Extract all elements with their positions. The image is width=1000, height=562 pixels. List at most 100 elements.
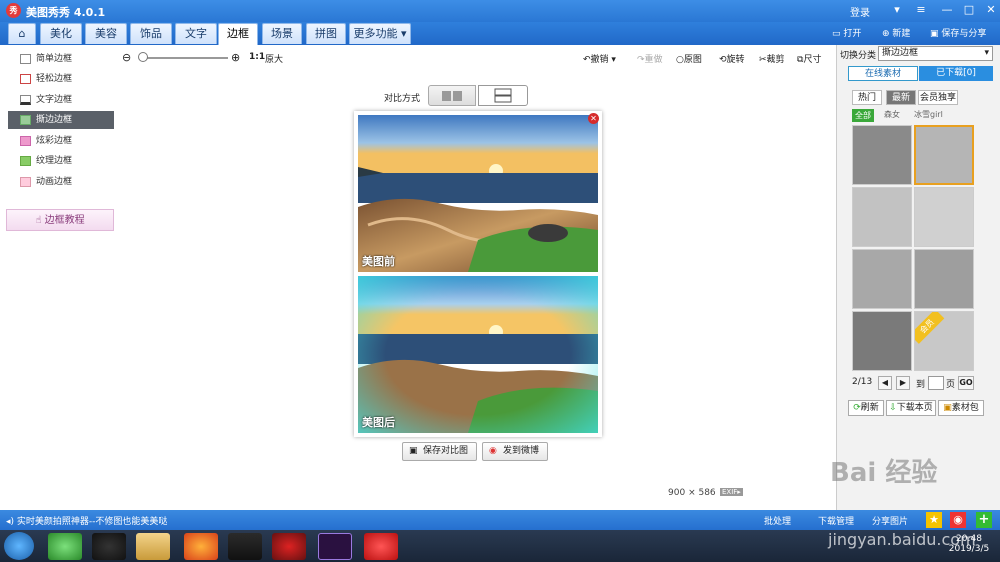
original-button[interactable]: ○原图: [676, 52, 702, 65]
zoom-slider-handle[interactable]: [138, 52, 148, 62]
material-thumb[interactable]: [914, 125, 974, 185]
sidebar-item-texture[interactable]: 纹理边框: [8, 152, 114, 170]
subtab-new[interactable]: 最新: [886, 90, 916, 105]
material-thumb-member[interactable]: 会员: [914, 311, 974, 371]
status-message[interactable]: ◂) 实时美颜拍照神器--不修图也能美美哒: [6, 514, 167, 527]
qq-icon[interactable]: [92, 533, 126, 560]
new-button[interactable]: ⊕ 新建: [882, 26, 910, 39]
share-image-button[interactable]: 分享图片: [872, 514, 908, 527]
original-size-button[interactable]: 原大: [265, 52, 283, 65]
record-icon[interactable]: [272, 533, 306, 560]
filter-ice-girl[interactable]: 冰雪girl: [914, 109, 943, 120]
tab-frame[interactable]: 边框: [218, 23, 258, 45]
save-share-button[interactable]: ▣ 保存与分享: [930, 26, 986, 39]
torn-frame-icon: [20, 115, 31, 125]
filter-all[interactable]: 全部: [852, 109, 874, 122]
download-manager-button[interactable]: 下载管理: [818, 514, 854, 527]
zoom-slider[interactable]: [140, 57, 228, 59]
subtab-hot[interactable]: 热门: [852, 90, 882, 105]
page-input[interactable]: [928, 376, 944, 390]
sidebar-item-simple[interactable]: 简单边框: [8, 50, 114, 68]
tab-more[interactable]: 更多功能 ▾: [349, 23, 411, 44]
material-thumb[interactable]: [852, 187, 912, 247]
save-icon: ▣: [409, 446, 418, 456]
zoom-1to1[interactable]: 1:1: [249, 52, 265, 62]
goto-label: 到: [916, 380, 926, 390]
star-icon[interactable]: ★: [926, 512, 942, 528]
login-link[interactable]: 登录: [850, 4, 870, 19]
menu-icon[interactable]: ≡: [914, 3, 928, 17]
close-compare-icon[interactable]: ✕: [588, 113, 599, 124]
member-badge: 会员: [915, 312, 945, 344]
tab-collage[interactable]: 拼图: [306, 23, 346, 44]
minimize-icon[interactable]: —: [940, 3, 954, 17]
material-thumb[interactable]: [914, 187, 974, 247]
frame-icon: [20, 74, 31, 84]
skin-icon[interactable]: ▾: [890, 3, 904, 17]
resize-button[interactable]: ⧉尺寸: [797, 52, 821, 65]
app-logo: 秀: [6, 3, 21, 18]
weibo-icon[interactable]: ◉: [950, 512, 966, 528]
hand-icon: ☝: [35, 215, 45, 226]
undo-button[interactable]: ↶撤销 ▾: [583, 52, 616, 65]
send-weibo-button[interactable]: ◉ 发到微博: [482, 442, 549, 461]
open-button[interactable]: ▭ 打开: [832, 26, 861, 39]
close-icon[interactable]: ✕: [984, 3, 998, 17]
tab-text[interactable]: 文字: [175, 23, 217, 44]
material-pack-button[interactable]: ▣素材包: [938, 400, 984, 416]
tab-beautify[interactable]: 美化: [40, 23, 82, 44]
app-title: 美图秀秀 4.0.1: [26, 6, 106, 19]
save-icon: ▣: [930, 29, 942, 39]
exif-button[interactable]: EXIF▸: [720, 488, 743, 496]
maximize-icon[interactable]: □: [962, 3, 976, 17]
download-page-button[interactable]: ⇩下载本页: [886, 400, 936, 416]
next-page-icon[interactable]: ▶: [896, 376, 910, 390]
redo-button[interactable]: ↷重做: [637, 52, 663, 65]
firefox-icon[interactable]: [184, 533, 218, 560]
prev-page-icon[interactable]: ◀: [878, 376, 892, 390]
tab-scene[interactable]: 场景: [262, 23, 302, 44]
switch-category-label: 切换分类: [840, 51, 877, 61]
tutorial-button[interactable]: ☝ 边框教程: [6, 209, 114, 231]
rotate-button[interactable]: ⟲旋转: [719, 52, 745, 65]
save-compare-button[interactable]: ▣ 保存对比图: [402, 442, 478, 461]
batch-button[interactable]: 批处理: [764, 514, 791, 527]
premiere-icon[interactable]: [318, 533, 352, 560]
subtab-member[interactable]: 会员独享: [918, 90, 958, 105]
zoom-out-icon[interactable]: ⊖: [122, 51, 131, 64]
meitu-icon[interactable]: [364, 533, 398, 560]
watermark-logo: Bai 经验: [830, 458, 938, 488]
add-icon[interactable]: +: [976, 512, 992, 528]
browser-icon[interactable]: [48, 533, 82, 560]
sidebar-item-colorful[interactable]: 炫彩边框: [8, 132, 114, 150]
refresh-button[interactable]: ⟳刷新: [848, 400, 884, 416]
sidebar-item-text[interactable]: 文字边框: [8, 91, 114, 109]
tab-downloaded[interactable]: 已下载[0]: [919, 66, 993, 81]
tab-home[interactable]: ⌂: [8, 23, 36, 44]
material-thumb[interactable]: [852, 249, 912, 309]
sidebar-item-easy[interactable]: 轻松边框: [8, 70, 114, 88]
material-thumb[interactable]: [852, 311, 912, 371]
category-select[interactable]: 撕边边框 ▾: [878, 46, 993, 61]
folder-icon: ▭: [832, 29, 844, 39]
compare-side-by-side-button[interactable]: [428, 85, 476, 106]
crop-button[interactable]: ✂裁剪: [759, 52, 785, 65]
refresh-icon: ⟳: [853, 403, 861, 413]
tab-accessories[interactable]: 饰品: [130, 23, 172, 44]
go-button[interactable]: GO: [958, 376, 974, 390]
material-thumb[interactable]: [852, 125, 912, 185]
tab-online-materials[interactable]: 在线素材: [848, 66, 918, 81]
sidebar-item-torn[interactable]: 撕边边框: [8, 111, 114, 129]
folder-icon[interactable]: [136, 533, 170, 560]
seascape-after-image: [358, 276, 598, 433]
text-frame-icon: [20, 95, 31, 105]
filter-forest-girl[interactable]: 森女: [884, 109, 900, 120]
start-button-icon[interactable]: [4, 532, 34, 560]
rotate-icon: ⟲: [719, 55, 727, 65]
material-thumb[interactable]: [914, 249, 974, 309]
compare-stacked-button[interactable]: [478, 85, 528, 106]
tab-makeup[interactable]: 美容: [85, 23, 127, 44]
sidebar-item-animated[interactable]: 动画边框: [8, 173, 114, 191]
zoom-in-icon[interactable]: ⊕: [231, 51, 240, 64]
player-icon[interactable]: [228, 533, 262, 560]
